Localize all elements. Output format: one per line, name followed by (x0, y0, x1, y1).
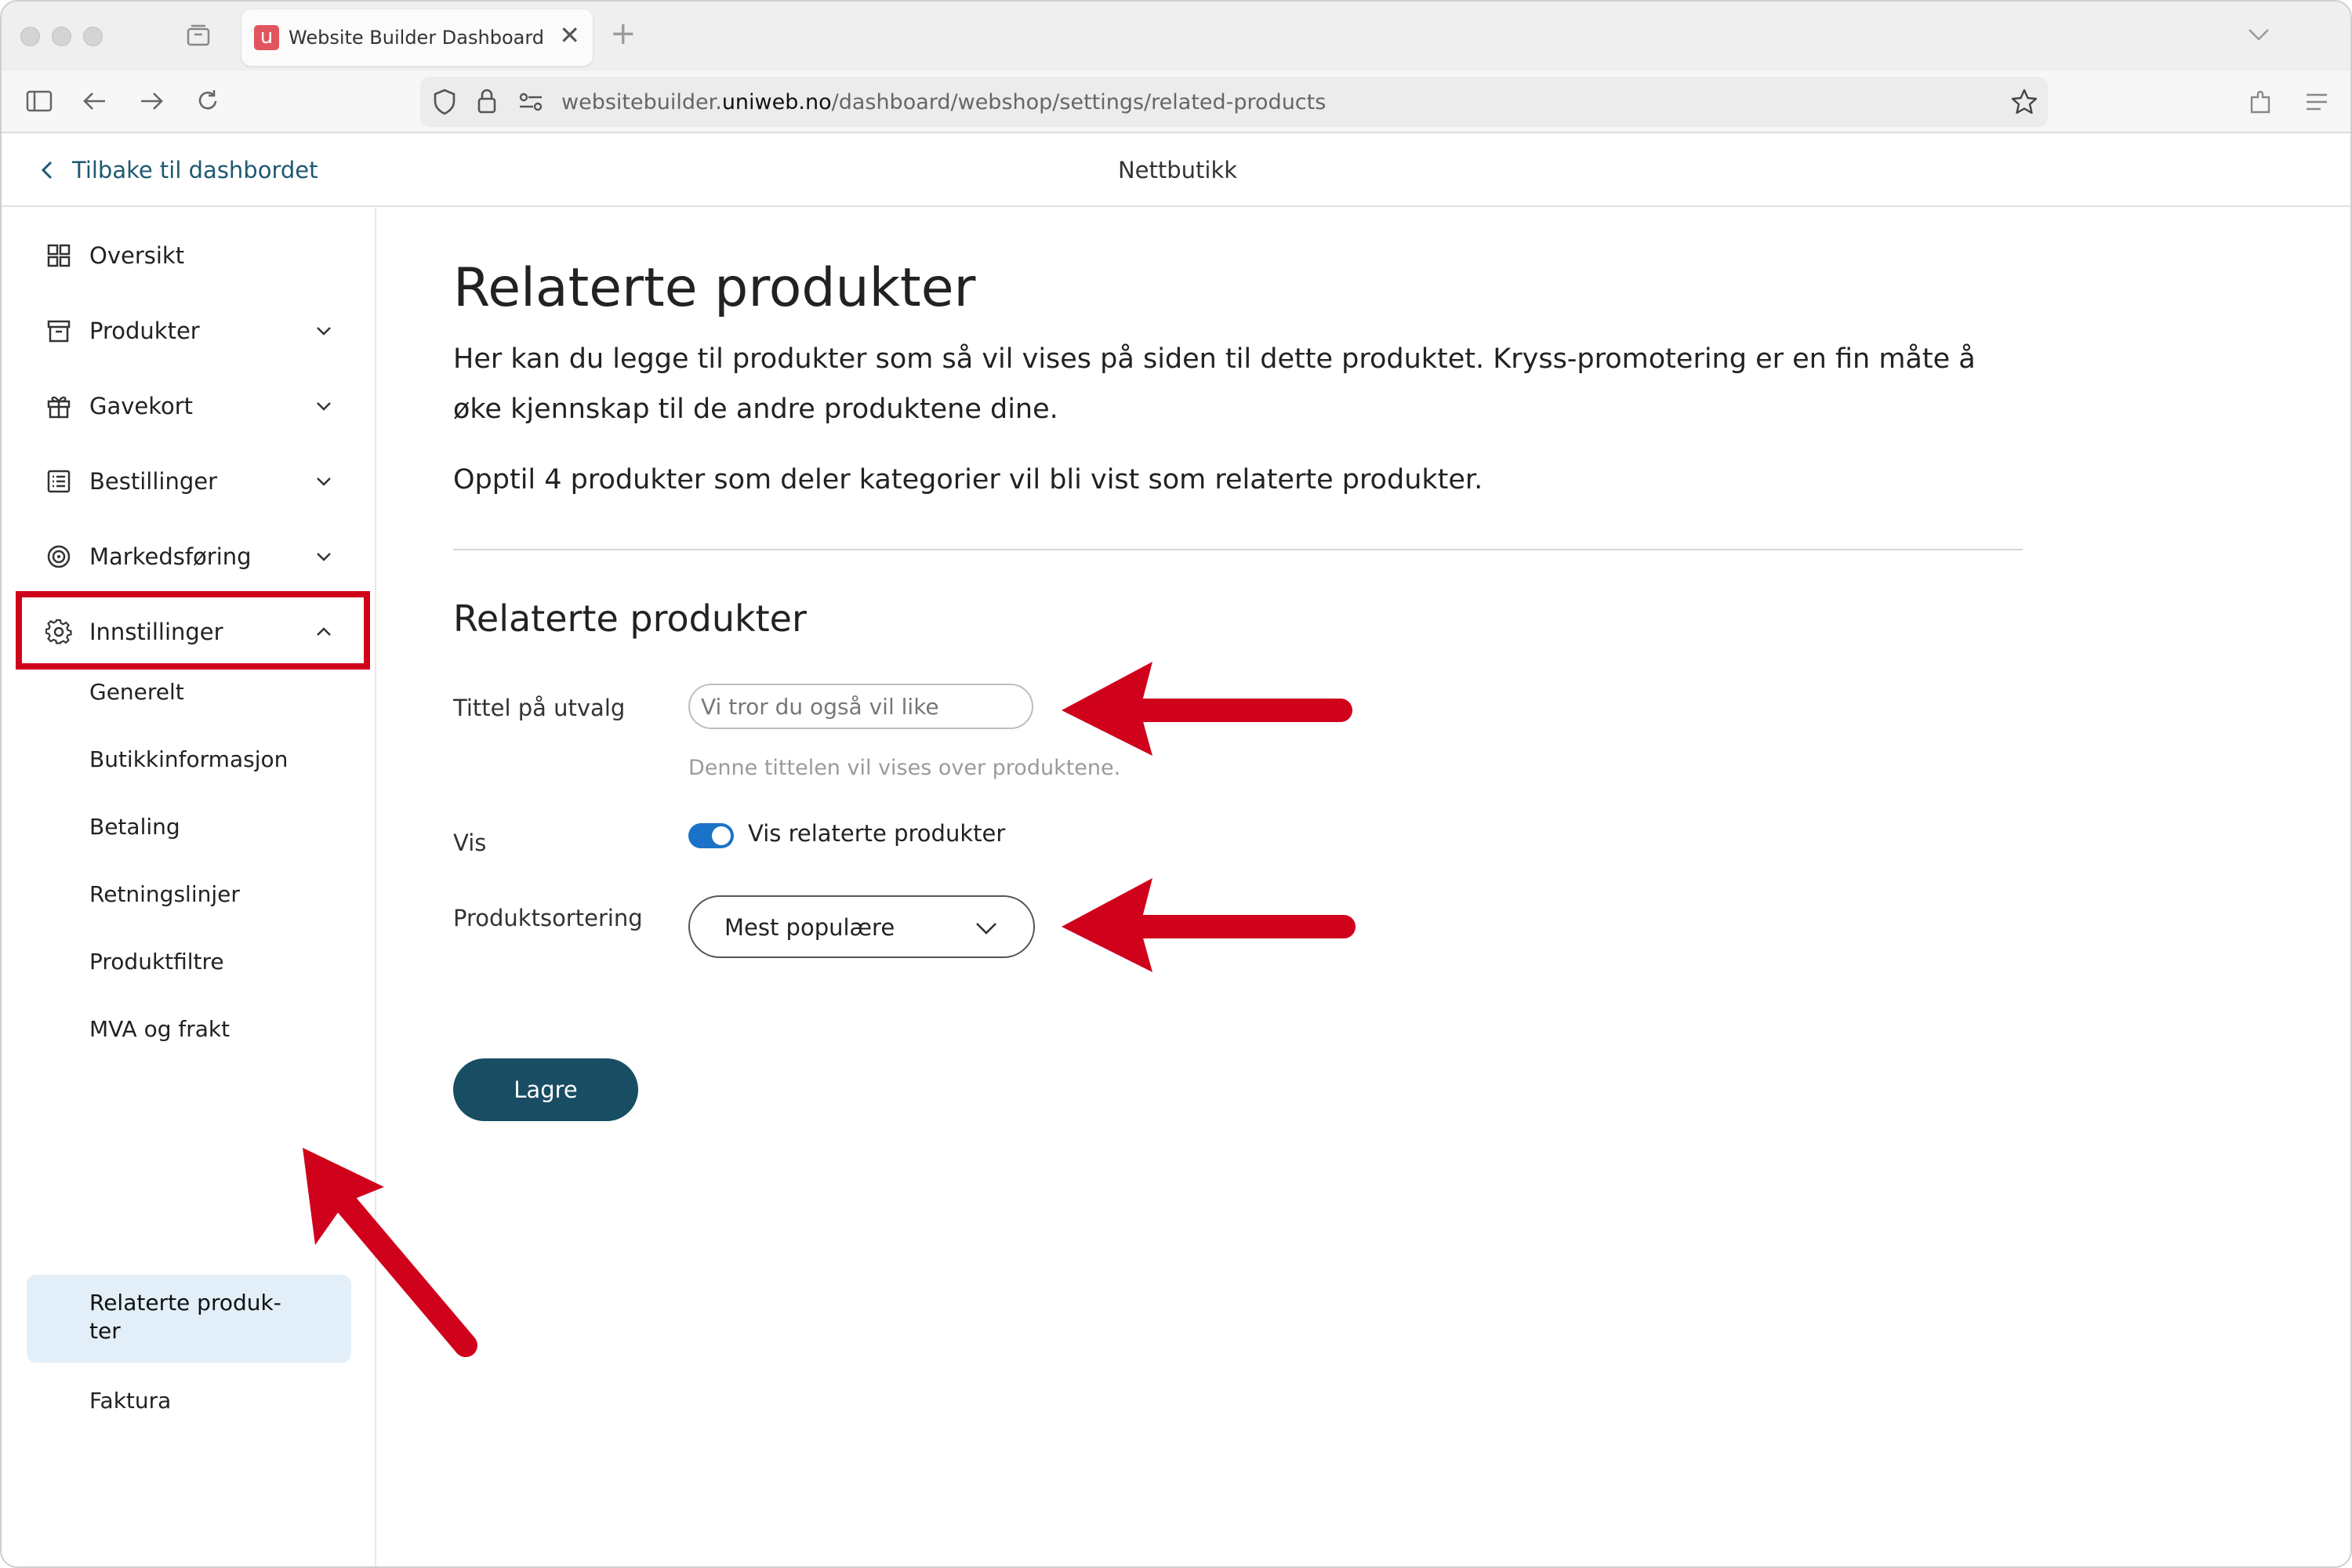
target-icon (45, 543, 72, 570)
sidebar-item-produkter[interactable]: Produkter (45, 307, 336, 354)
browser-window: u Website Builder Dashboard ✕ + websiteb… (0, 0, 2352, 1568)
sidebar-toggle-icon[interactable] (25, 88, 53, 114)
chevron-down-icon (317, 402, 331, 411)
tab-list-chevron-icon[interactable] (2247, 25, 2270, 44)
forward-arrow-icon[interactable] (138, 89, 165, 113)
reload-icon[interactable] (194, 88, 221, 114)
back-arrow-icon[interactable] (82, 89, 108, 113)
show-related-toggle[interactable] (688, 823, 734, 848)
sidebar-item-markedsforing[interactable]: Markedsføring (45, 533, 336, 580)
sidebar-subitem-label: Relaterte produk- ter (89, 1290, 281, 1344)
title-field-hint: Denne tittelen vil vises over produktene… (688, 756, 1121, 780)
sidebar-subitem-retningslinjer[interactable]: Retningslinjer (89, 881, 240, 907)
chevron-down-icon (317, 553, 331, 561)
address-bar[interactable]: websitebuilder.uniweb.no/dashboard/websh… (420, 77, 2048, 127)
page-section-title: Nettbutikk (1117, 157, 1238, 183)
sort-select-value: Mest populære (724, 914, 895, 941)
sidebar-subitem-betaling[interactable]: Betaling (89, 814, 180, 840)
title-input[interactable] (688, 684, 1033, 729)
archive-box-icon (45, 318, 72, 344)
title-field-label: Tittel på utvalg (453, 695, 626, 721)
section-title: Relaterte produkter (453, 597, 807, 640)
sidebar-subitem-generelt[interactable]: Generelt (89, 679, 184, 705)
toggle-label: Vis relaterte produkter (748, 820, 1006, 847)
tab-overview-icon[interactable] (185, 22, 212, 49)
sidebar-subitem-relaterte-produkter[interactable]: Relaterte produk- ter (27, 1275, 351, 1363)
app-header: Tilbake til dashbordet Nettbutikk (2, 133, 2350, 207)
tab-title: Website Builder Dashboard (289, 27, 545, 49)
minimize-window-button[interactable] (52, 27, 71, 46)
show-label: Vis (453, 829, 487, 856)
sidebar-item-bestillinger[interactable]: Bestillinger (45, 458, 336, 505)
close-window-button[interactable] (20, 27, 40, 46)
navigation-bar: websitebuilder.uniweb.no/dashboard/websh… (2, 71, 2350, 133)
sidebar-subitem-faktura[interactable]: Faktura (89, 1388, 171, 1414)
sidebar-item-oversikt[interactable]: Oversikt (45, 232, 336, 279)
section-divider (453, 549, 2023, 550)
sidebar-subitem-mva-og-frakt[interactable]: MVA og frakt (89, 1016, 230, 1042)
tab-bar: u Website Builder Dashboard ✕ + (2, 2, 2350, 71)
sidebar-subitem-butikkinformasjon[interactable]: Butikkinformasjon (89, 746, 288, 772)
sidebar-item-label: Markedsføring (89, 543, 252, 570)
toggle-knob (712, 826, 731, 845)
page-description-secondary: Opptil 4 produkter som deler kategorier … (453, 464, 1483, 495)
url-text: websitebuilder.uniweb.no/dashboard/websh… (561, 90, 1327, 114)
close-tab-icon[interactable]: ✕ (559, 20, 580, 50)
gift-icon (45, 393, 72, 419)
sidebar: Oversikt Produkter Gavekort Bestillinger (2, 209, 376, 1566)
save-button[interactable]: Lagre (453, 1058, 638, 1121)
grid-icon (45, 242, 72, 269)
maximize-window-button[interactable] (83, 27, 103, 46)
main-content: Relaterte produkter Her kan du legge til… (376, 209, 2350, 1566)
bookmark-star-icon[interactable] (2010, 88, 2038, 116)
sidebar-item-label: Oversikt (89, 242, 185, 269)
list-icon (45, 468, 72, 495)
shield-icon[interactable] (431, 88, 458, 116)
chevron-down-icon (317, 477, 331, 486)
sidebar-subitem-produktfiltre[interactable]: Produktfiltre (89, 949, 224, 975)
uniweb-favicon-icon: u (254, 25, 279, 50)
sidebar-item-gavekort[interactable]: Gavekort (45, 383, 336, 430)
sort-label: Produktsortering (453, 905, 643, 931)
menu-icon[interactable] (2303, 89, 2330, 114)
sidebar-item-label: Gavekort (89, 393, 194, 419)
sort-select[interactable]: Mest populære (688, 895, 1035, 958)
chevron-down-icon (317, 327, 331, 336)
sidebar-item-label: Bestillinger (89, 468, 217, 495)
extensions-icon[interactable] (2247, 88, 2274, 116)
site-permissions-icon[interactable] (517, 91, 544, 113)
lock-icon[interactable] (475, 86, 499, 116)
annotation-highlight-box (16, 591, 370, 670)
sidebar-item-label: Produkter (89, 318, 200, 344)
browser-tab[interactable]: u Website Builder Dashboard ✕ (241, 9, 593, 66)
new-tab-button[interactable]: + (610, 16, 637, 52)
page-title: Relaterte produkter (453, 257, 976, 319)
page-description: Her kan du legge til produkter som så vi… (453, 343, 1976, 425)
chevron-down-icon (976, 923, 996, 935)
